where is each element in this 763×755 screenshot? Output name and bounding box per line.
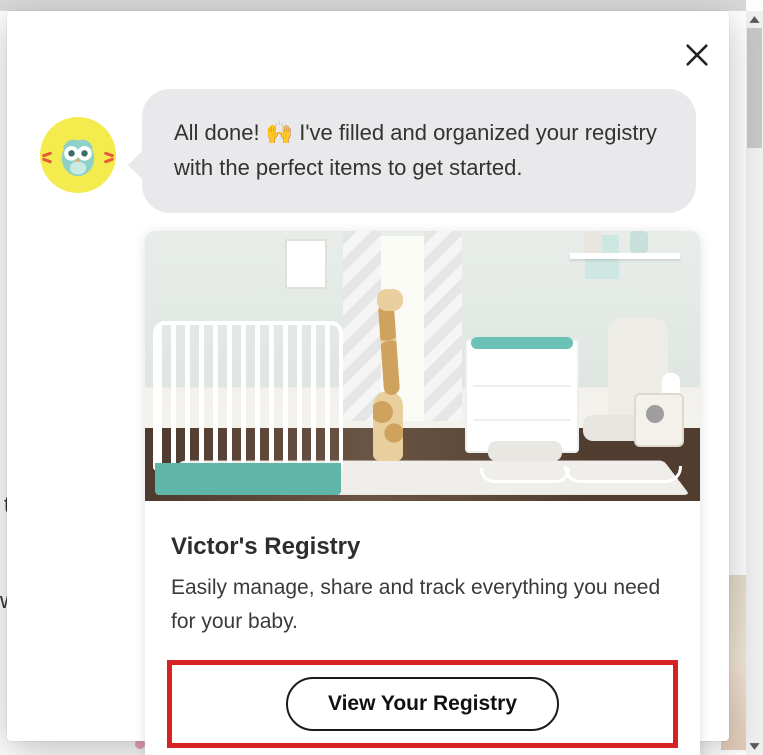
view-registry-button[interactable]: View Your Registry [286, 677, 559, 731]
registry-complete-modal: All done! 🙌 I've filled and organized yo… [7, 11, 729, 741]
registry-title: Victor's Registry [171, 533, 674, 561]
registry-card-image [145, 231, 700, 501]
scrollbar-up-button[interactable] [746, 11, 763, 28]
scrollbar-down-button[interactable] [746, 738, 763, 755]
scrollbar-thumb[interactable] [747, 28, 762, 148]
assistant-message-bubble: All done! 🙌 I've filled and organized yo… [142, 89, 696, 213]
vertical-scrollbar[interactable] [746, 11, 763, 755]
registry-card-body: Victor's Registry Easily manage, share a… [145, 501, 700, 755]
close-icon [683, 41, 711, 69]
registry-description: Easily manage, share and track everythin… [171, 571, 674, 638]
cta-highlight-box: View Your Registry [167, 660, 678, 748]
registry-card: Victor's Registry Easily manage, share a… [145, 231, 700, 755]
assistant-message-row: All done! 🙌 I've filled and organized yo… [40, 89, 696, 213]
owl-icon [52, 129, 104, 181]
close-button[interactable] [683, 41, 711, 69]
assistant-message-text: All done! 🙌 I've filled and organized yo… [174, 120, 657, 180]
assistant-avatar [40, 117, 116, 193]
view-registry-label: View Your Registry [328, 692, 517, 716]
window-titlebar-strip [0, 0, 746, 11]
